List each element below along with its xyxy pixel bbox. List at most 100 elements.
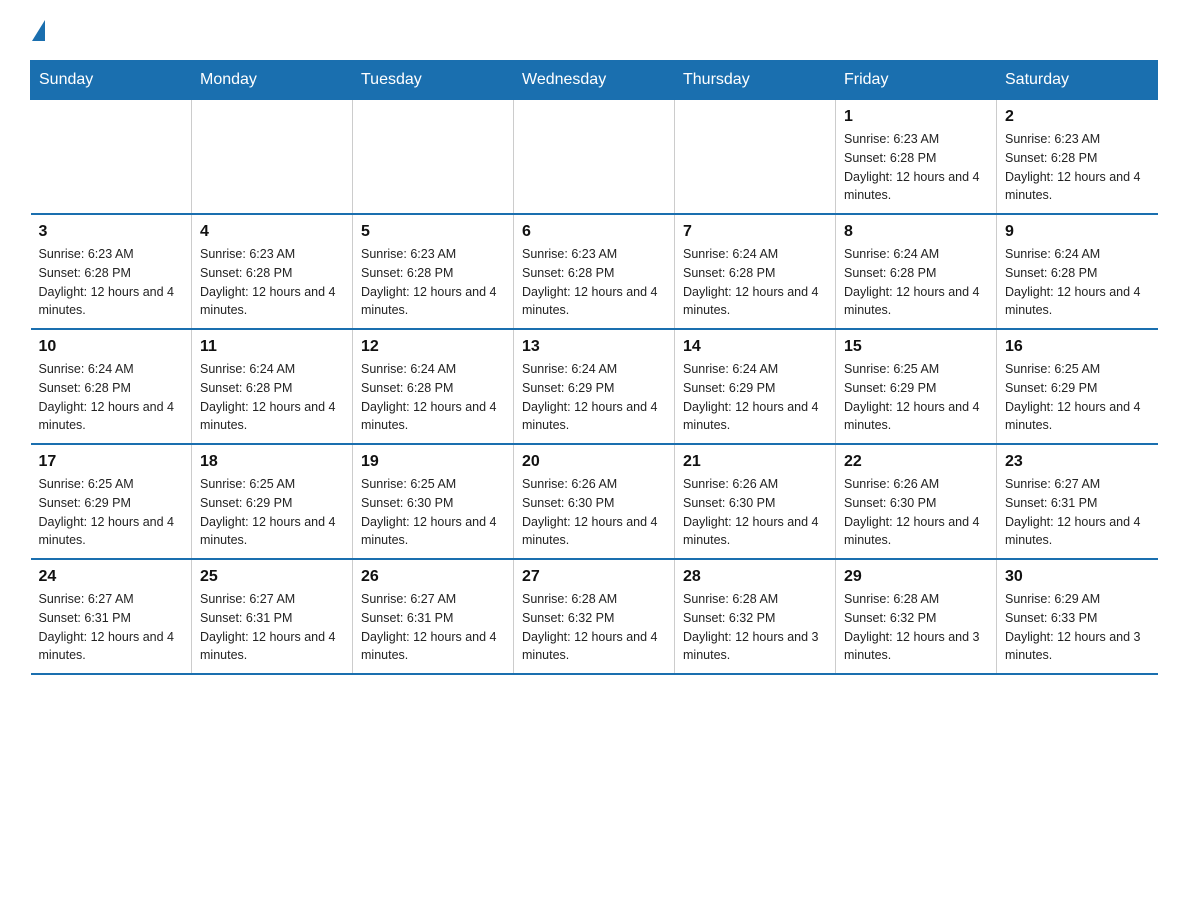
calendar-cell: 4 Sunrise: 6:23 AMSunset: 6:28 PMDaylight… — [192, 214, 353, 329]
day-info: Sunrise: 6:25 AMSunset: 6:29 PMDaylight:… — [844, 360, 988, 435]
calendar-cell: 21 Sunrise: 6:26 AMSunset: 6:30 PMDayligh… — [675, 444, 836, 559]
day-number: 23 — [1005, 453, 1150, 471]
day-info: Sunrise: 6:27 AMSunset: 6:31 PMDaylight:… — [200, 590, 344, 665]
day-number: 20 — [522, 453, 666, 471]
day-number: 28 — [683, 568, 827, 586]
calendar-cell: 28 Sunrise: 6:28 AMSunset: 6:32 PMDayligh… — [675, 559, 836, 674]
calendar-cell — [353, 100, 514, 215]
calendar-header: SundayMondayTuesdayWednesdayThursdayFrid… — [31, 61, 1158, 100]
day-info: Sunrise: 6:24 AMSunset: 6:28 PMDaylight:… — [200, 360, 344, 435]
day-info: Sunrise: 6:28 AMSunset: 6:32 PMDaylight:… — [844, 590, 988, 665]
day-info: Sunrise: 6:24 AMSunset: 6:28 PMDaylight:… — [683, 245, 827, 320]
calendar-cell: 3 Sunrise: 6:23 AMSunset: 6:28 PMDaylight… — [31, 214, 192, 329]
calendar-cell: 23 Sunrise: 6:27 AMSunset: 6:31 PMDayligh… — [997, 444, 1158, 559]
logo-triangle-icon — [32, 20, 45, 41]
day-number: 17 — [39, 453, 184, 471]
day-number: 5 — [361, 223, 505, 241]
day-info: Sunrise: 6:24 AMSunset: 6:28 PMDaylight:… — [361, 360, 505, 435]
calendar-cell: 20 Sunrise: 6:26 AMSunset: 6:30 PMDayligh… — [514, 444, 675, 559]
day-number: 6 — [522, 223, 666, 241]
day-info: Sunrise: 6:23 AMSunset: 6:28 PMDaylight:… — [844, 130, 988, 205]
calendar-cell: 7 Sunrise: 6:24 AMSunset: 6:28 PMDaylight… — [675, 214, 836, 329]
calendar-cell: 19Sunrise: 6:25 AMSunset: 6:30 PMDayligh… — [353, 444, 514, 559]
weekday-header-row: SundayMondayTuesdayWednesdayThursdayFrid… — [31, 61, 1158, 100]
day-number: 4 — [200, 223, 344, 241]
calendar-body: 1 Sunrise: 6:23 AMSunset: 6:28 PMDaylight… — [31, 100, 1158, 675]
day-info: Sunrise: 6:24 AMSunset: 6:29 PMDaylight:… — [522, 360, 666, 435]
day-number: 27 — [522, 568, 666, 586]
day-number: 18 — [200, 453, 344, 471]
calendar-cell: 6Sunrise: 6:23 AMSunset: 6:28 PMDaylight… — [514, 214, 675, 329]
day-number: 7 — [683, 223, 827, 241]
calendar-cell: 9 Sunrise: 6:24 AMSunset: 6:28 PMDaylight… — [997, 214, 1158, 329]
calendar-cell — [514, 100, 675, 215]
calendar-cell: 15 Sunrise: 6:25 AMSunset: 6:29 PMDayligh… — [836, 329, 997, 444]
day-info: Sunrise: 6:25 AMSunset: 6:30 PMDaylight:… — [361, 475, 505, 550]
day-info: Sunrise: 6:28 AMSunset: 6:32 PMDaylight:… — [522, 590, 666, 665]
day-number: 24 — [39, 568, 184, 586]
day-number: 21 — [683, 453, 827, 471]
calendar-cell: 2Sunrise: 6:23 AMSunset: 6:28 PMDaylight… — [997, 100, 1158, 215]
weekday-header-sunday: Sunday — [31, 61, 192, 100]
calendar-cell: 17 Sunrise: 6:25 AMSunset: 6:29 PMDayligh… — [31, 444, 192, 559]
calendar-cell: 22 Sunrise: 6:26 AMSunset: 6:30 PMDayligh… — [836, 444, 997, 559]
day-info: Sunrise: 6:27 AMSunset: 6:31 PMDaylight:… — [361, 590, 505, 665]
day-info: Sunrise: 6:24 AMSunset: 6:28 PMDaylight:… — [39, 360, 184, 435]
day-number: 1 — [844, 108, 988, 126]
calendar-week-row: 3 Sunrise: 6:23 AMSunset: 6:28 PMDaylight… — [31, 214, 1158, 329]
calendar-table: SundayMondayTuesdayWednesdayThursdayFrid… — [30, 60, 1158, 675]
day-info: Sunrise: 6:24 AMSunset: 6:28 PMDaylight:… — [1005, 245, 1150, 320]
calendar-cell: 26 Sunrise: 6:27 AMSunset: 6:31 PMDayligh… — [353, 559, 514, 674]
day-info: Sunrise: 6:26 AMSunset: 6:30 PMDaylight:… — [844, 475, 988, 550]
calendar-cell: 30 Sunrise: 6:29 AMSunset: 6:33 PMDayligh… — [997, 559, 1158, 674]
calendar-cell: 13 Sunrise: 6:24 AMSunset: 6:29 PMDayligh… — [514, 329, 675, 444]
day-info: Sunrise: 6:27 AMSunset: 6:31 PMDaylight:… — [1005, 475, 1150, 550]
day-number: 9 — [1005, 223, 1150, 241]
calendar-cell: 10 Sunrise: 6:24 AMSunset: 6:28 PMDayligh… — [31, 329, 192, 444]
day-number: 16 — [1005, 338, 1150, 356]
day-info: Sunrise: 6:23 AMSunset: 6:28 PMDaylight:… — [1005, 130, 1150, 205]
day-info: Sunrise: 6:28 AMSunset: 6:32 PMDaylight:… — [683, 590, 827, 665]
day-info: Sunrise: 6:25 AMSunset: 6:29 PMDaylight:… — [1005, 360, 1150, 435]
calendar-cell — [192, 100, 353, 215]
day-info: Sunrise: 6:29 AMSunset: 6:33 PMDaylight:… — [1005, 590, 1150, 665]
day-info: Sunrise: 6:24 AMSunset: 6:29 PMDaylight:… — [683, 360, 827, 435]
day-info: Sunrise: 6:24 AMSunset: 6:28 PMDaylight:… — [844, 245, 988, 320]
day-number: 30 — [1005, 568, 1150, 586]
weekday-header-wednesday: Wednesday — [514, 61, 675, 100]
day-info: Sunrise: 6:25 AMSunset: 6:29 PMDaylight:… — [39, 475, 184, 550]
day-number: 22 — [844, 453, 988, 471]
day-number: 12 — [361, 338, 505, 356]
weekday-header-friday: Friday — [836, 61, 997, 100]
day-number: 10 — [39, 338, 184, 356]
weekday-header-monday: Monday — [192, 61, 353, 100]
calendar-week-row: 24 Sunrise: 6:27 AMSunset: 6:31 PMDayligh… — [31, 559, 1158, 674]
day-info: Sunrise: 6:23 AMSunset: 6:28 PMDaylight:… — [39, 245, 184, 320]
calendar-week-row: 1 Sunrise: 6:23 AMSunset: 6:28 PMDaylight… — [31, 100, 1158, 215]
calendar-cell: 14Sunrise: 6:24 AMSunset: 6:29 PMDayligh… — [675, 329, 836, 444]
day-number: 29 — [844, 568, 988, 586]
day-number: 15 — [844, 338, 988, 356]
day-info: Sunrise: 6:26 AMSunset: 6:30 PMDaylight:… — [522, 475, 666, 550]
day-number: 11 — [200, 338, 344, 356]
page-header — [30, 20, 1158, 42]
day-number: 13 — [522, 338, 666, 356]
calendar-week-row: 17 Sunrise: 6:25 AMSunset: 6:29 PMDayligh… — [31, 444, 1158, 559]
calendar-cell — [31, 100, 192, 215]
day-info: Sunrise: 6:25 AMSunset: 6:29 PMDaylight:… — [200, 475, 344, 550]
day-number: 26 — [361, 568, 505, 586]
calendar-cell: 25Sunrise: 6:27 AMSunset: 6:31 PMDayligh… — [192, 559, 353, 674]
day-info: Sunrise: 6:27 AMSunset: 6:31 PMDaylight:… — [39, 590, 184, 665]
day-number: 3 — [39, 223, 184, 241]
calendar-cell: 12 Sunrise: 6:24 AMSunset: 6:28 PMDayligh… — [353, 329, 514, 444]
weekday-header-saturday: Saturday — [997, 61, 1158, 100]
calendar-cell — [675, 100, 836, 215]
day-info: Sunrise: 6:26 AMSunset: 6:30 PMDaylight:… — [683, 475, 827, 550]
calendar-cell: 29 Sunrise: 6:28 AMSunset: 6:32 PMDayligh… — [836, 559, 997, 674]
weekday-header-tuesday: Tuesday — [353, 61, 514, 100]
logo — [30, 20, 45, 42]
day-info: Sunrise: 6:23 AMSunset: 6:28 PMDaylight:… — [200, 245, 344, 320]
calendar-cell: 5Sunrise: 6:23 AMSunset: 6:28 PMDaylight… — [353, 214, 514, 329]
calendar-cell: 8Sunrise: 6:24 AMSunset: 6:28 PMDaylight… — [836, 214, 997, 329]
calendar-week-row: 10 Sunrise: 6:24 AMSunset: 6:28 PMDayligh… — [31, 329, 1158, 444]
